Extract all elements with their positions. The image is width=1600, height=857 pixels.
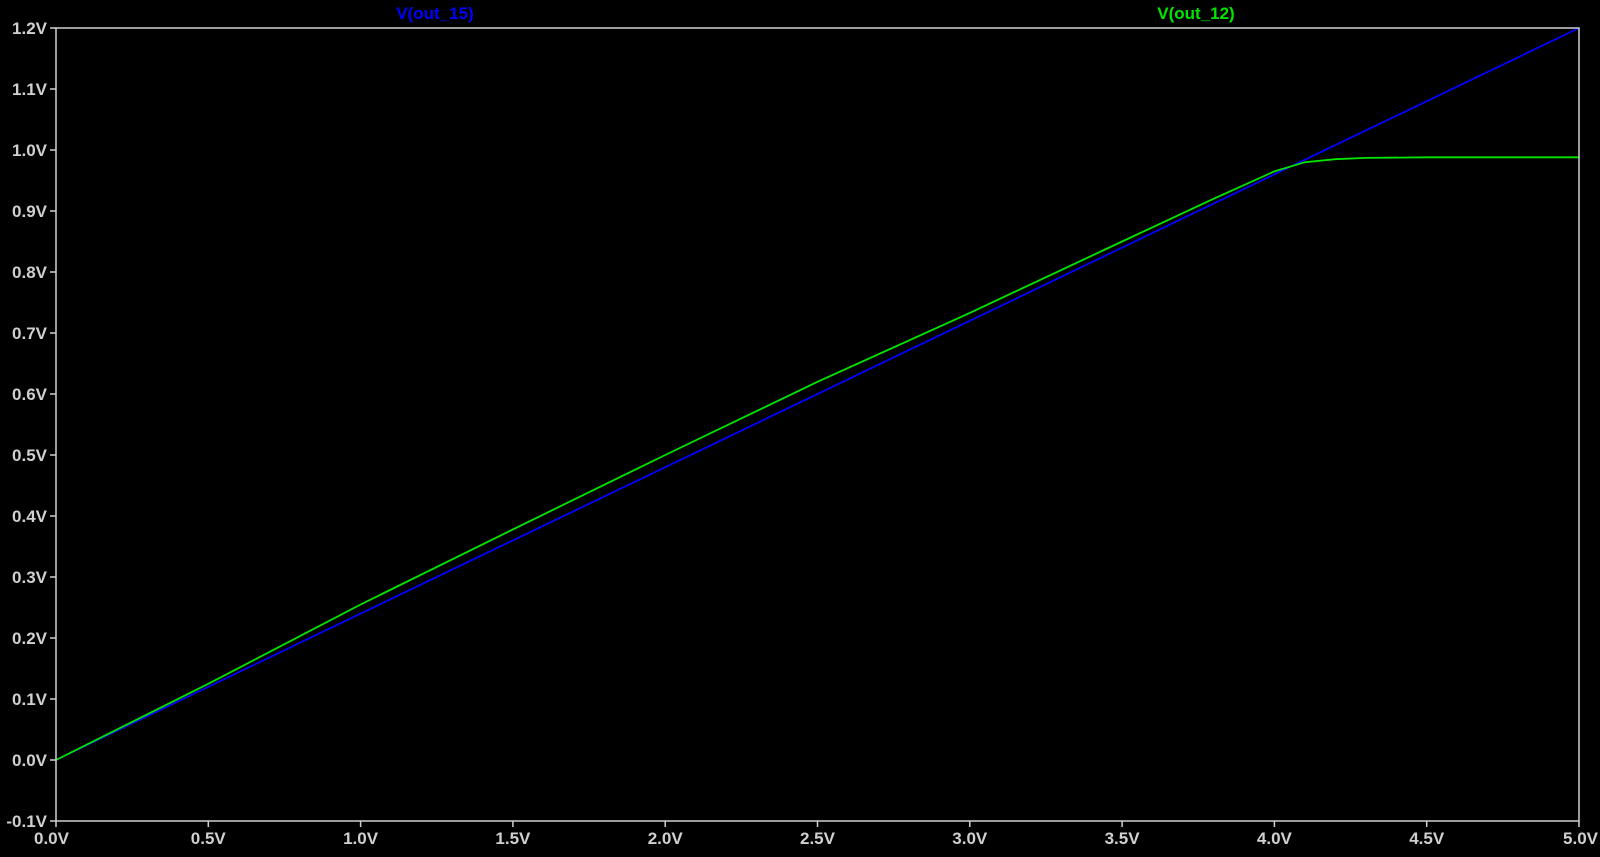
x-tick-label: 4.0V (1257, 829, 1293, 848)
trace-label-v-out-12-[interactable]: V(out_12) (1157, 4, 1234, 23)
series-line-v-out-12-[interactable] (55, 156, 1579, 761)
x-tick-label: 2.0V (648, 829, 684, 848)
y-tick-label: 0.5V (12, 446, 48, 465)
x-tick-label: 1.0V (343, 829, 379, 848)
y-tick-label: 1.0V (12, 141, 48, 160)
waveform-plot[interactable]: 0.0V 0.5V 1.0V 1.5V 2.0V 2.5V 3.0V 3.5V 4.0V 4.5V… (0, 0, 1600, 857)
series-legend: V(out_15) V(out_12) (396, 4, 1234, 23)
x-tick-label: 4.5V (1409, 829, 1445, 848)
trace-label-v-out-15-[interactable]: V(out_15) (396, 4, 473, 23)
y-tick-label: 0.9V (12, 202, 48, 221)
y-tick-label: 1.1V (12, 80, 48, 99)
y-tick-label: -0.1V (6, 812, 47, 831)
x-tick-label: 0.0V (34, 829, 70, 848)
y-axis-ticks: -0.1V 0.0V 0.1V 0.2V 0.3V 0.4V 0.5V 0.6V 0.7V 0.8… (6, 19, 56, 831)
y-tick-label: 0.1V (12, 690, 48, 709)
y-tick-label: 0.3V (12, 568, 48, 587)
y-tick-label: 0.6V (12, 385, 48, 404)
x-tick-label: 3.5V (1105, 829, 1141, 848)
series-line-v-out-15-[interactable] (55, 27, 1580, 761)
y-tick-label: 0.8V (12, 263, 48, 282)
x-tick-label: 2.5V (800, 829, 836, 848)
y-tick-label: 0.7V (12, 324, 48, 343)
x-axis-ticks: 0.0V 0.5V 1.0V 1.5V 2.0V 2.5V 3.0V 3.5V 4.0V 4.5V… (34, 821, 1599, 848)
y-tick-label: 0.4V (12, 507, 48, 526)
x-tick-label: 5.0V (1563, 829, 1599, 848)
series-lines (55, 27, 1580, 761)
x-tick-label: 1.5V (495, 829, 531, 848)
y-tick-label: 0.2V (12, 629, 48, 648)
y-tick-label: 1.2V (12, 19, 48, 38)
x-tick-label: 0.5V (191, 829, 227, 848)
x-tick-label: 3.0V (952, 829, 988, 848)
plot-frame (55, 27, 1580, 822)
y-tick-label: 0.0V (12, 751, 48, 770)
